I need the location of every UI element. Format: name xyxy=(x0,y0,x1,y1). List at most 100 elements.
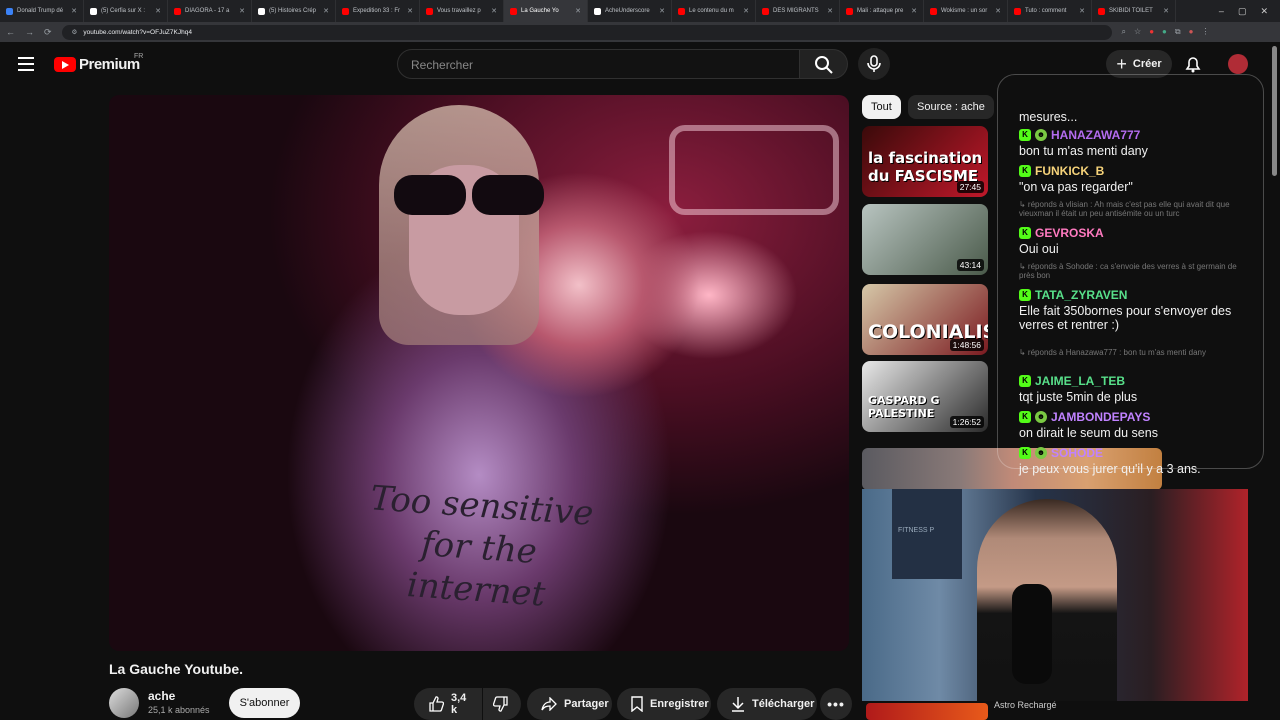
chat-reply-context: ↳ réponds à vlisian : Ah mais c'est pas … xyxy=(1019,200,1251,218)
tab-close-icon[interactable]: ✕ xyxy=(911,7,917,15)
browser-tab[interactable]: La Gauche Yo ✕ xyxy=(504,0,588,22)
tab-close-icon[interactable]: ✕ xyxy=(1163,7,1169,15)
notifications-bell-icon[interactable] xyxy=(1183,54,1203,74)
tab-label: Donald Trump dé xyxy=(17,8,64,14)
chat-message: K ☻ JAMBONDEPAYS on dirait le seum du sens xyxy=(1019,410,1251,440)
subscribe-button[interactable]: S'abonner xyxy=(229,688,300,718)
tab-favicon-icon xyxy=(678,7,685,15)
zoom-icon[interactable]: ⌕ xyxy=(1122,27,1126,37)
video-duration: 27:45 xyxy=(956,181,984,193)
window-controls: – ▢ ✕ xyxy=(1219,6,1280,17)
tab-close-icon[interactable]: ✕ xyxy=(407,7,413,15)
browser-tab[interactable]: Mali : attaque pre ✕ xyxy=(840,0,924,22)
puzzle-icon[interactable]: ⧉ xyxy=(1175,27,1181,37)
browser-tab[interactable]: Le contenu du m ✕ xyxy=(672,0,756,22)
menu-dots-icon[interactable]: ⋮ xyxy=(1201,27,1209,37)
tab-close-icon[interactable]: ✕ xyxy=(323,7,329,15)
video-player[interactable]: Too sensitive for the internet xyxy=(109,95,849,651)
browser-tab[interactable]: DES MIGRANTS ✕ xyxy=(756,0,840,22)
page-scrollbar[interactable] xyxy=(1272,46,1277,176)
more-actions-button[interactable]: ••• xyxy=(820,688,852,720)
save-button[interactable]: Enregistrer xyxy=(617,688,711,720)
share-button[interactable]: Partager xyxy=(527,688,612,720)
chat-message: K JAIME_LA_TEB tqt juste 5min de plus xyxy=(1019,374,1251,404)
browser-tab-bar: Donald Trump dé ✕ (5) Cerfia sur X : ✕ DIAGO… xyxy=(0,0,1280,22)
back-icon[interactable]: ← xyxy=(6,27,15,37)
browser-tab[interactable]: (5) Cerfia sur X : ✕ xyxy=(84,0,168,22)
search-input[interactable]: Rechercher xyxy=(397,49,800,79)
extension-icon[interactable]: ● xyxy=(1162,27,1167,37)
forward-icon[interactable]: → xyxy=(25,27,34,37)
search-button[interactable] xyxy=(800,49,848,79)
maximize-icon[interactable]: ▢ xyxy=(1238,6,1247,17)
bookmark-star-icon[interactable]: ☆ xyxy=(1134,27,1141,37)
youtube-logo[interactable]: Premium FR xyxy=(54,53,143,73)
chat-reply-context: mesures... xyxy=(1019,108,1251,124)
recommendation-thumbnail[interactable]: GASPARD G PALESTINE 1:26:52 xyxy=(862,361,988,432)
tab-favicon-icon xyxy=(594,7,601,15)
tab-close-icon[interactable]: ✕ xyxy=(491,7,497,15)
browser-tab[interactable]: DIAGORA - 17 a ✕ xyxy=(168,0,252,22)
tab-close-icon[interactable]: ✕ xyxy=(995,7,1001,15)
voice-search-button[interactable] xyxy=(858,48,890,80)
recommendation-thumbnail[interactable] xyxy=(866,703,988,720)
recommendation-channel[interactable]: Astro Rechargé xyxy=(994,700,1057,710)
tab-close-icon[interactable]: ✕ xyxy=(1079,7,1085,15)
account-avatar[interactable] xyxy=(1228,54,1248,74)
url-field[interactable]: ⚙ youtube.com/watch?v=OFJuZ7KJhq4 xyxy=(61,24,1112,40)
thumbs-down-icon xyxy=(493,696,508,712)
tab-close-icon[interactable]: ✕ xyxy=(71,7,77,15)
download-button[interactable]: Télécharger xyxy=(717,688,817,720)
kick-badge-icon: K xyxy=(1019,129,1031,141)
chip-all[interactable]: Tout xyxy=(862,95,901,119)
tab-close-icon[interactable]: ✕ xyxy=(575,7,581,15)
chat-message-text: on dirait le seum du sens xyxy=(1019,426,1158,440)
browser-tab[interactable]: Donald Trump dé ✕ xyxy=(0,0,84,22)
tab-favicon-icon xyxy=(762,7,769,15)
minimize-icon[interactable]: – xyxy=(1219,6,1224,17)
kick-badge-icon: K xyxy=(1019,289,1031,301)
recommendation-thumbnail[interactable]: la fascination du FASCISME 27:45 xyxy=(862,126,988,197)
username-text: SOHODE xyxy=(1051,446,1104,460)
like-button[interactable]: 3,4 k xyxy=(414,688,482,720)
browser-tab[interactable]: Expedition 33 : Fr ✕ xyxy=(336,0,420,22)
chip-source[interactable]: Source : ache xyxy=(908,95,994,119)
tab-favicon-icon xyxy=(1014,7,1021,15)
tab-label: DES MIGRANTS xyxy=(773,8,819,14)
profile-icon[interactable]: ● xyxy=(1189,27,1194,37)
chat-message: K GEVROSKA Oui oui xyxy=(1019,226,1251,256)
browser-tab[interactable]: AcheUnderscore ✕ xyxy=(588,0,672,22)
plus-icon: + xyxy=(1116,53,1127,74)
channel-avatar[interactable] xyxy=(109,688,139,718)
channel-name[interactable]: ache xyxy=(148,689,175,703)
reload-icon[interactable]: ⟳ xyxy=(44,27,52,38)
hamburger-menu-icon[interactable] xyxy=(18,57,34,71)
dislike-button[interactable] xyxy=(483,688,521,720)
tab-favicon-icon xyxy=(510,7,517,15)
recommendation-thumbnail[interactable]: 43:14 xyxy=(862,204,988,275)
site-info-icon[interactable]: ⚙ xyxy=(72,28,78,36)
tab-close-icon[interactable]: ✕ xyxy=(743,7,749,15)
chat-username: K ☻ HANAZAWA777 xyxy=(1019,128,1251,142)
neon-sign xyxy=(669,125,839,215)
chat-message: K ☻ SOHODE je peux vous jurer qu'il y a 3 a… xyxy=(1019,446,1251,476)
browser-tab[interactable]: SKIBIDI TOILET ✕ xyxy=(1092,0,1176,22)
browser-tab[interactable]: (5) Histoires Crép ✕ xyxy=(252,0,336,22)
tab-label: Wokisme : un sor xyxy=(941,8,988,14)
tab-close-icon[interactable]: ✕ xyxy=(659,7,665,15)
thumbnail-text: la fascination du FASCISME xyxy=(868,149,983,185)
browser-tab[interactable]: Wokisme : un sor ✕ xyxy=(924,0,1008,22)
tab-favicon-icon xyxy=(342,7,349,15)
close-icon[interactable]: ✕ xyxy=(1260,6,1268,17)
kick-badge-icon: K xyxy=(1019,227,1031,239)
tab-close-icon[interactable]: ✕ xyxy=(155,7,161,15)
tab-favicon-icon xyxy=(1098,7,1105,15)
share-icon xyxy=(541,697,557,711)
tab-close-icon[interactable]: ✕ xyxy=(827,7,833,15)
chat-username: K ☻ JAMBONDEPAYS xyxy=(1019,410,1251,424)
browser-tab[interactable]: Tuto : comment ✕ xyxy=(1008,0,1092,22)
tab-close-icon[interactable]: ✕ xyxy=(239,7,245,15)
extension-icon[interactable]: ● xyxy=(1149,27,1154,37)
browser-tab[interactable]: Vous travaillez p ✕ xyxy=(420,0,504,22)
recommendation-thumbnail[interactable]: COLONIALISME1:48:56 xyxy=(862,284,988,355)
